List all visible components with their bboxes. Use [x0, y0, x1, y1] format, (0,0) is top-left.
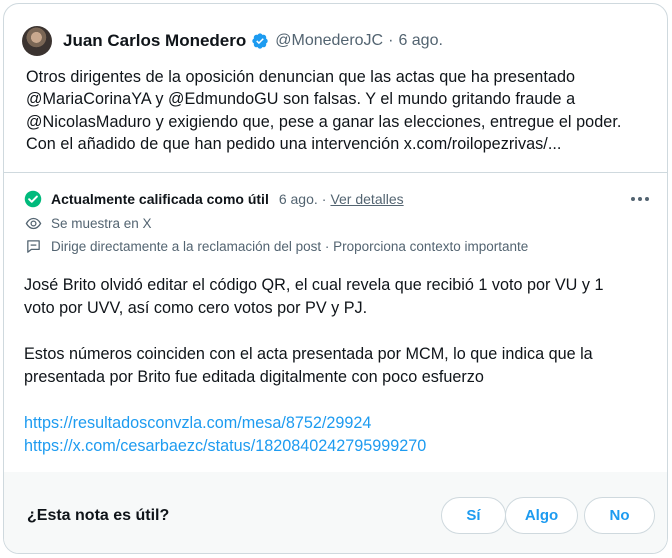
helpful-question: ¿Esta nota es útil? [27, 507, 170, 524]
verified-badge-icon [252, 33, 268, 49]
tweet-header: Juan Carlos Monedero @MonederoJC · 6 ago… [22, 23, 443, 59]
more-dots-icon[interactable] [628, 190, 652, 208]
tweet-text-line: @NicolasMaduro y exigiendo que, pese a g… [26, 112, 622, 131]
separator-dot: · [321, 191, 327, 207]
note-status-date: 6 ago. [278, 191, 318, 207]
note-reason-text: Dirige directamente a la reclamación del… [51, 238, 529, 254]
note-source-link[interactable]: https://resultadosconvzla.com/mesa/8752/… [24, 412, 654, 435]
vote-somewhat-button[interactable]: Algo [505, 497, 578, 534]
tweet-text-line: Con el añadido de que han pedido una int… [26, 134, 562, 153]
see-details-link[interactable]: Ver detalles [330, 191, 403, 207]
note-shown-row: Se muestra en X [25, 213, 152, 233]
note-status-label: Actualmente calificada como útil [51, 191, 269, 207]
note-source-link[interactable]: https://x.com/cesarbaezc/status/18208402… [24, 435, 654, 458]
author-name[interactable]: Juan Carlos Monedero [63, 31, 246, 51]
speech-bubble-icon [27, 239, 40, 253]
community-note-card: Juan Carlos Monedero @MonederoJC · 6 ago… [3, 3, 668, 554]
note-shown-text: Se muestra en X [51, 215, 152, 231]
dot [645, 197, 649, 201]
tweet-text-line: @MariaCorinaYA y @EdmundoGU son falsas. … [26, 90, 576, 109]
rating-footer: ¿Esta nota es útil? Sí Algo No [4, 472, 667, 553]
note-paragraph-line: Estos números coinciden con el acta pres… [24, 345, 593, 363]
eye-icon [25, 217, 42, 229]
vote-no-button[interactable]: No [584, 497, 655, 534]
dot [631, 197, 635, 201]
note-paragraph-line: presentada por Brito fue editada digital… [24, 368, 484, 386]
tweet-text: Otros dirigentes de la oposición denunci… [26, 66, 656, 155]
separator-dot: · [388, 32, 394, 49]
note-status-row: Actualmente calificada como útil 6 ago. … [24, 188, 404, 210]
tweet-text-line: Otros dirigentes de la oposición denunci… [26, 68, 576, 86]
vote-yes-button[interactable]: Sí [441, 497, 506, 534]
dot [638, 197, 642, 201]
author-handle[interactable]: @MonederoJC [275, 32, 383, 50]
avatar[interactable] [22, 26, 52, 56]
note-reason-row: Dirige directamente a la reclamación del… [25, 236, 528, 256]
note-divider [4, 172, 667, 173]
tweet-date[interactable]: 6 ago. [398, 32, 442, 50]
note-paragraph-line: voto por UVV, así como cero votos por PV… [24, 299, 368, 317]
check-circle-icon [24, 190, 42, 208]
note-body: José Brito olvidó editar el código QR, e… [24, 274, 654, 458]
note-paragraph-line: José Brito olvidó editar el código QR, e… [24, 276, 604, 294]
